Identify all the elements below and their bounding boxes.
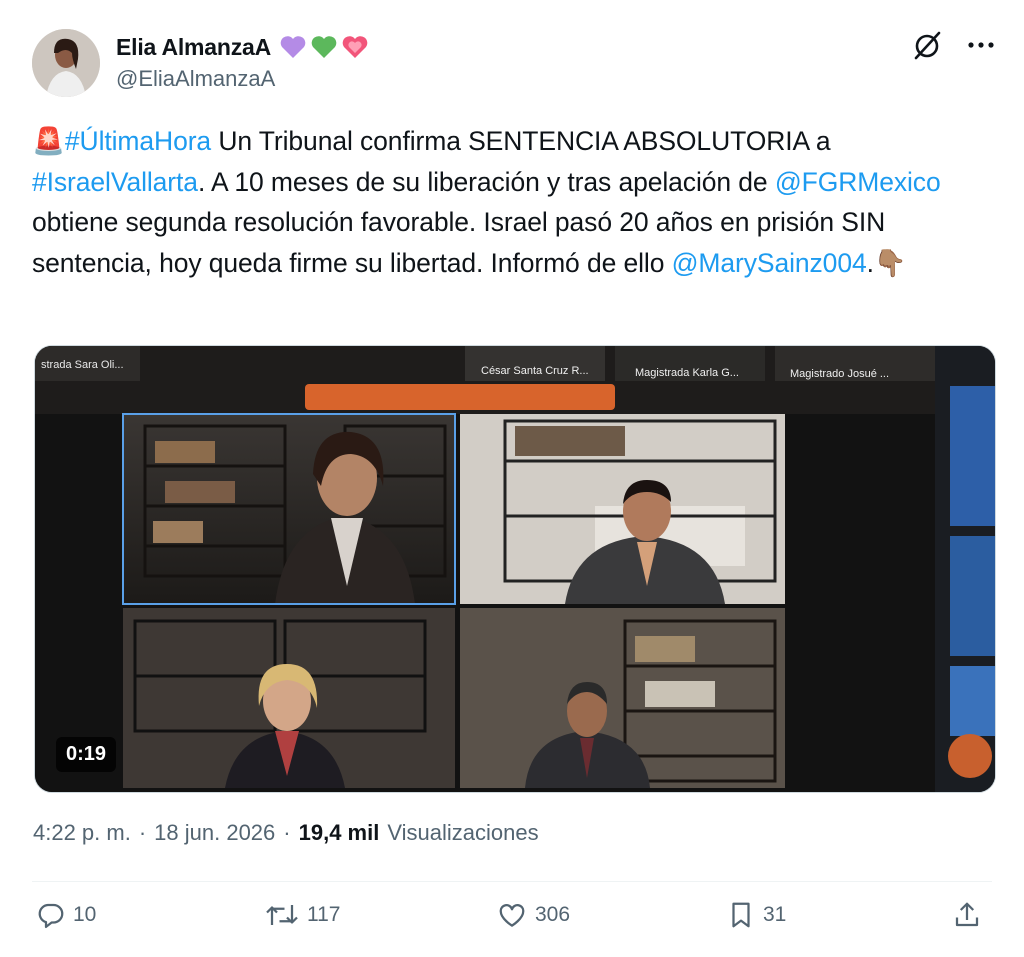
purple-heart-icon <box>280 36 306 58</box>
mention-link[interactable]: @MarySainz004 <box>672 248 867 278</box>
bookmark-button[interactable]: 31 <box>726 900 786 930</box>
tweet-text-body: #ÚltimaHora Un Tribunal confirma SENTENC… <box>32 126 941 278</box>
meta-separator: · <box>283 820 291 845</box>
tweet-text-segment: Un Tribunal confirma SENTENCIA ABSOLUTOR… <box>211 126 831 156</box>
author-handle[interactable]: @EliaAlmanzaA <box>116 66 275 92</box>
grok-icon[interactable] <box>912 30 942 60</box>
views-count: 19,4 mil <box>298 820 380 845</box>
video-duration: 0:19 <box>56 737 117 772</box>
display-name[interactable]: Elia AlmanzaA <box>116 34 271 61</box>
views-label: Visualizaciones <box>387 820 539 845</box>
tile-label-top-3: Magistrado Josué ... <box>790 368 889 380</box>
sparkling-heart-icon <box>342 36 368 58</box>
divider <box>32 881 992 882</box>
tweet-text-segment: . A 10 meses de su liberación y tras ape… <box>197 166 775 197</box>
author-name-row: Elia AlmanzaA <box>116 32 369 62</box>
like-count: 306 <box>535 903 571 926</box>
reply-icon <box>38 903 64 928</box>
hashtag-link[interactable]: #ÚltimaHora <box>65 126 211 156</box>
heart-icon <box>499 904 525 927</box>
like-button[interactable]: 306 <box>496 900 570 930</box>
repost-count: 117 <box>307 903 341 926</box>
share-icon <box>955 902 979 927</box>
tile-label-top-1: César Santa Cruz R... <box>481 365 589 377</box>
bookmark-count: 31 <box>763 903 787 926</box>
video-frame: strada Sara Oli... César Santa Cruz R...… <box>35 346 995 792</box>
video-player[interactable]: strada Sara Oli... César Santa Cruz R...… <box>34 345 996 793</box>
tile-label-top-left: strada Sara Oli... <box>41 359 124 371</box>
tweet-date[interactable]: 18 jun. 2026 <box>154 820 275 846</box>
tweet-meta: 4:22 p. m. · 18 jun. 2026 · 19,4 mil Vis… <box>33 820 539 846</box>
meta-separator: · <box>138 820 147 845</box>
emoji-badges <box>279 34 369 60</box>
green-heart-icon <box>311 36 337 58</box>
action-bar: 10 117 306 31 <box>36 900 988 944</box>
avatar[interactable] <box>32 29 100 97</box>
share-button[interactable] <box>952 900 982 930</box>
reply-count: 10 <box>73 903 97 926</box>
avatar-image <box>32 29 100 97</box>
hashtag-link[interactable]: #IsraelVallarta <box>32 167 198 197</box>
more-options-icon[interactable] <box>968 41 994 49</box>
tweet-top-actions <box>912 30 994 60</box>
tweet-text: 🚨#ÚltimaHora Un Tribunal confirma SENTEN… <box>32 121 992 283</box>
mention-link[interactable]: @FGRMexico <box>775 167 941 197</box>
siren-emoji: 🚨 <box>32 126 65 156</box>
bookmark-icon <box>732 902 750 928</box>
repost-icon <box>266 905 298 925</box>
tweet-text-segment: .👇🏽 <box>866 247 907 278</box>
tile-label-top-2: Magistrada Karla G... <box>635 367 739 379</box>
repost-button[interactable]: 117 <box>264 900 340 930</box>
reply-button[interactable]: 10 <box>36 900 96 930</box>
tweet-time[interactable]: 4:22 p. m. <box>33 820 131 846</box>
